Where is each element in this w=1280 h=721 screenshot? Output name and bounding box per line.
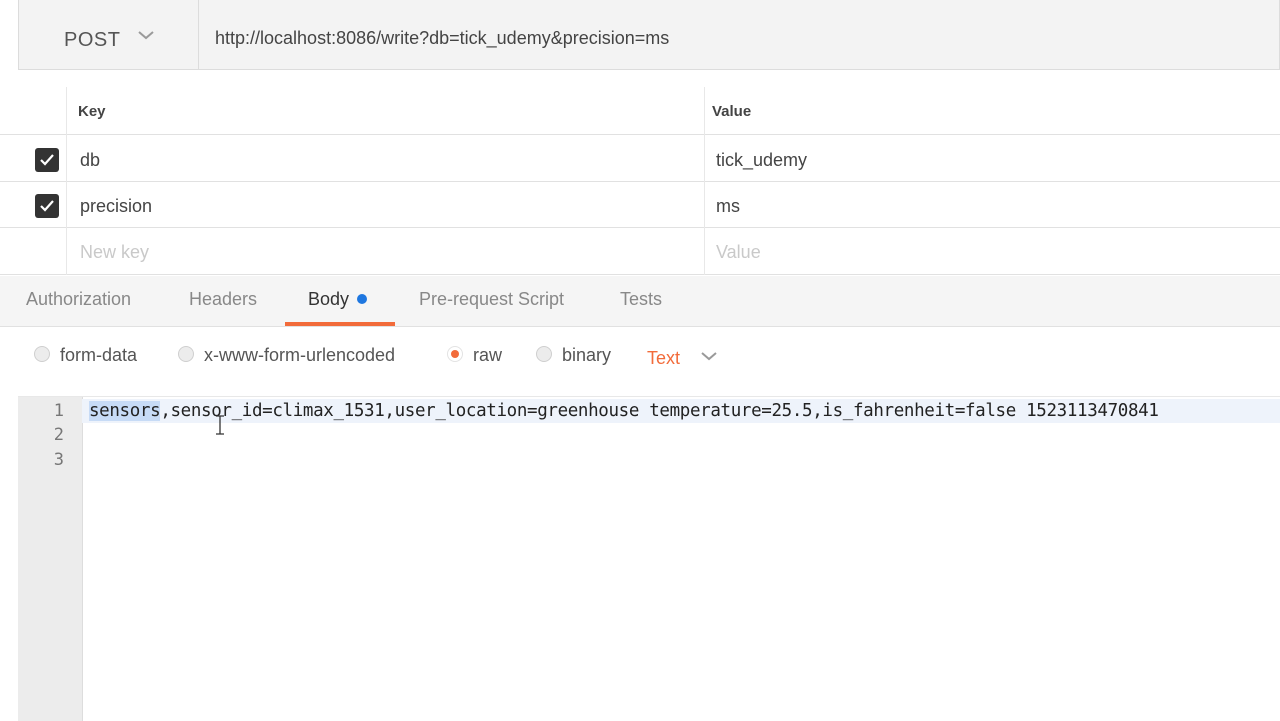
text-cursor-icon: [216, 415, 224, 435]
value-column-header: Value: [712, 103, 752, 120]
new-value-input[interactable]: Value: [716, 242, 761, 263]
param-checkbox[interactable]: [35, 194, 59, 218]
method-label: POST: [64, 29, 121, 51]
radio-label: form-data: [60, 345, 138, 365]
raw-format-dropdown[interactable]: Text: [647, 348, 680, 369]
radio-label: raw: [473, 345, 503, 365]
line-number: 1: [53, 401, 64, 421]
params-table: Key Value db tick_udemy precision ms New…: [0, 87, 1280, 275]
tab-headers[interactable]: Headers: [189, 289, 257, 310]
chevron-down-icon: [138, 31, 154, 40]
new-key-input[interactable]: New key: [80, 242, 149, 263]
method-select[interactable]: POST: [19, 0, 199, 69]
tab-authorization[interactable]: Authorization: [26, 289, 131, 310]
body-type-selector: form-data x-www-form-urlencoded raw bina…: [0, 327, 1280, 387]
param-key[interactable]: precision: [80, 196, 152, 217]
url-input[interactable]: http://localhost:8086/write?db=tick_udem…: [215, 28, 669, 49]
divider: [0, 274, 1280, 275]
radio-form-data[interactable]: [34, 346, 50, 362]
param-key[interactable]: db: [80, 150, 100, 171]
param-value[interactable]: ms: [716, 196, 740, 217]
selected-text: sensors: [89, 401, 161, 421]
line-number: 2: [53, 425, 64, 445]
divider: [66, 87, 67, 275]
divider: [704, 87, 705, 275]
line-gutter: 1 2 3: [18, 397, 83, 721]
line-number: 3: [53, 450, 64, 470]
divider: [0, 134, 1280, 135]
radio-x-www-form-urlencoded[interactable]: [178, 346, 194, 362]
divider: [0, 227, 1280, 228]
unsaved-dot-icon: [357, 294, 368, 305]
code-text: ,sensor_id=climax_1531,user_location=gre…: [160, 401, 1159, 421]
param-value[interactable]: tick_udemy: [716, 150, 807, 171]
checkmark-icon: [40, 200, 54, 212]
key-column-header: Key: [78, 103, 106, 120]
tab-body-label: Body: [308, 289, 350, 309]
tab-body[interactable]: Body: [308, 289, 368, 310]
checkmark-icon: [40, 154, 54, 166]
code-line-1[interactable]: sensors,sensor_id=climax_1531,user_locat…: [89, 401, 1159, 421]
body-editor[interactable]: 1 2 3 sensors,sensor_id=climax_1531,user…: [18, 396, 1280, 721]
radio-label: binary: [562, 345, 612, 365]
param-checkbox[interactable]: [35, 148, 59, 172]
tab-pre-request-script[interactable]: Pre-request Script: [419, 289, 564, 310]
radio-raw[interactable]: [447, 346, 463, 362]
chevron-down-icon[interactable]: [700, 350, 718, 362]
radio-binary[interactable]: [536, 346, 552, 362]
request-tabs: Authorization Headers Body Pre-request S…: [0, 276, 1280, 327]
tab-tests[interactable]: Tests: [620, 289, 662, 310]
active-tab-indicator: [285, 322, 395, 326]
radio-label: x-www-form-urlencoded: [204, 345, 396, 365]
request-bar: POST http://localhost:8086/write?db=tick…: [18, 0, 1280, 70]
divider: [0, 181, 1280, 182]
